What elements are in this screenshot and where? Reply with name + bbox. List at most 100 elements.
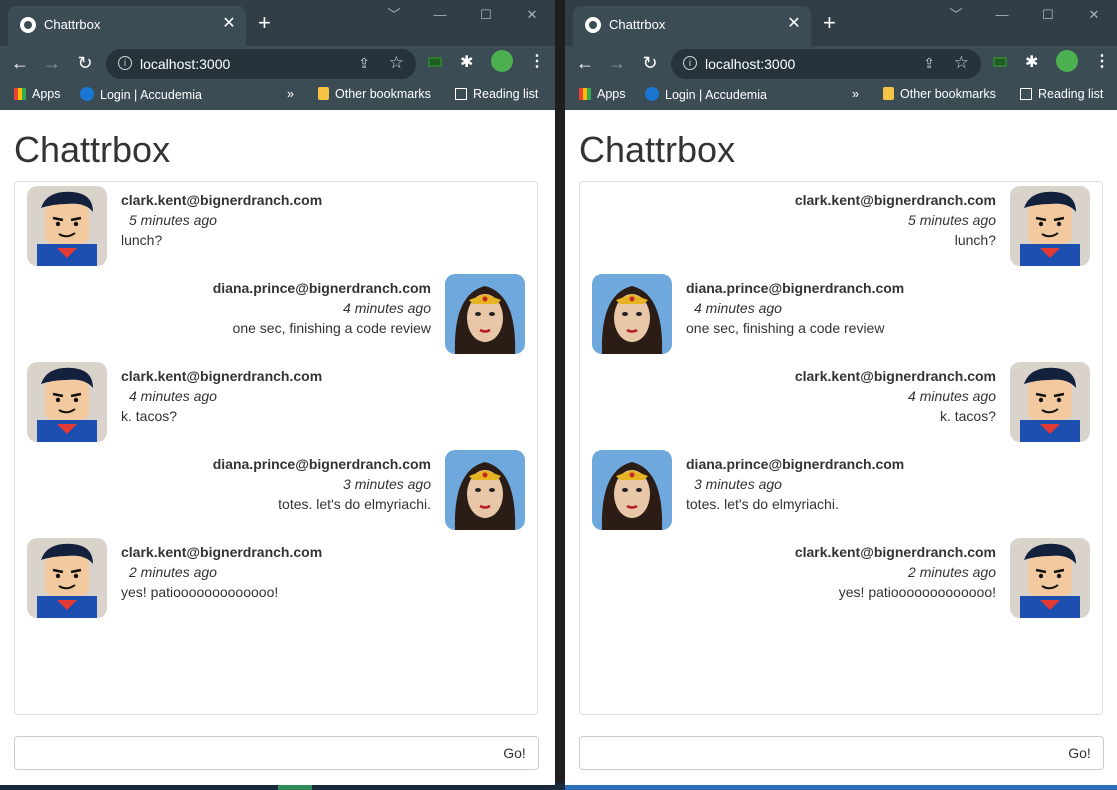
- tab-strip: Chattrbox ✕ + ﹀ — ☐ ✕: [565, 0, 1117, 46]
- message-body: clark.kent@bignerdranch.com 4 minutes ago…: [795, 366, 996, 426]
- reading-list-icon: [455, 88, 467, 100]
- forward-arrow-icon[interactable]: →: [41, 53, 63, 73]
- message-body: diana.prince@bignerdranch.com 3 minutes a…: [213, 454, 431, 514]
- message-text: lunch?: [954, 232, 996, 248]
- bookmark-other[interactable]: Other bookmarks: [318, 87, 431, 101]
- message-text: k. tacos?: [939, 408, 996, 424]
- maximize-button[interactable]: ☐: [463, 7, 509, 23]
- window-controls: ﹀ — ☐ ✕: [371, 4, 555, 24]
- reading-list[interactable]: Reading list: [1020, 87, 1103, 101]
- bookmark-apps[interactable]: Apps: [14, 87, 61, 101]
- send-button[interactable]: Go!: [1056, 736, 1104, 770]
- message-sender: diana.prince@bignerdranch.com: [212, 280, 431, 296]
- extension-icon[interactable]: [428, 57, 442, 67]
- tab-chattrbox[interactable]: Chattrbox ✕: [8, 6, 246, 46]
- superman-avatar: [1010, 538, 1090, 618]
- tab-title: Chattrbox: [44, 17, 101, 32]
- message-form: Go!: [14, 736, 539, 770]
- close-tab-icon[interactable]: ✕: [785, 15, 803, 33]
- message-timestamp: 4 minutes ago: [129, 388, 217, 404]
- extension-icon[interactable]: [993, 57, 1007, 67]
- menu-kebab-icon[interactable]: ⋮: [529, 51, 545, 71]
- maximize-button[interactable]: ☐: [1025, 7, 1071, 23]
- bookmarks-overflow[interactable]: »: [852, 87, 859, 101]
- reload-icon[interactable]: ↻: [639, 53, 661, 73]
- profile-avatar-icon[interactable]: [491, 50, 513, 72]
- back-arrow-icon[interactable]: ←: [9, 53, 31, 73]
- puzzle-extensions-icon[interactable]: ✱: [460, 52, 473, 72]
- page-title: Chattrbox: [14, 129, 171, 170]
- accudemia-icon: [80, 87, 94, 101]
- bookmarks-overflow[interactable]: »: [287, 87, 294, 101]
- profile-avatar-icon[interactable]: [1056, 50, 1078, 72]
- bookmark-star-icon[interactable]: ☆: [954, 53, 969, 73]
- message-sender: clark.kent@bignerdranch.com: [794, 368, 996, 384]
- message-sender: clark.kent@bignerdranch.com: [121, 368, 323, 384]
- window-close-button[interactable]: ✕: [509, 7, 555, 23]
- new-tab-button[interactable]: +: [258, 12, 271, 34]
- message-sender: diana.prince@bignerdranch.com: [686, 456, 905, 472]
- message-input[interactable]: [14, 736, 492, 770]
- message-sender: clark.kent@bignerdranch.com: [121, 544, 323, 560]
- chat-message: diana.prince@bignerdranch.com 4 minutes a…: [592, 274, 1090, 354]
- page-content: Chattrbox clark.kent@bignerdranch.com 5 m…: [0, 110, 555, 785]
- address-bar[interactable]: i localhost:3000 ⇪ ☆: [671, 49, 981, 79]
- chat-message: clark.kent@bignerdranch.com 4 minutes ago…: [592, 362, 1090, 442]
- chat-list: clark.kent@bignerdranch.com 5 minutes ago…: [14, 181, 538, 715]
- chat-message: clark.kent@bignerdranch.com 5 minutes ago…: [27, 186, 525, 266]
- tab-title: Chattrbox: [609, 17, 666, 32]
- tab-chattrbox[interactable]: Chattrbox ✕: [573, 6, 811, 46]
- forward-arrow-icon[interactable]: →: [606, 53, 628, 73]
- bookmark-other[interactable]: Other bookmarks: [883, 87, 996, 101]
- chat-message: diana.prince@bignerdranch.com 3 minutes a…: [592, 450, 1090, 530]
- reading-list-label: Reading list: [473, 87, 539, 101]
- address-bar[interactable]: i localhost:3000 ⇪ ☆: [106, 49, 416, 79]
- bookmark-apps[interactable]: Apps: [579, 87, 626, 101]
- message-sender: diana.prince@bignerdranch.com: [686, 280, 905, 296]
- bookmark-login-accudemia[interactable]: Login | Accudemia: [80, 87, 202, 102]
- tab-strip: Chattrbox ✕ + ﹀ — ☐ ✕: [0, 0, 555, 46]
- superman-avatar: [1010, 186, 1090, 266]
- bookmark-star-icon[interactable]: ☆: [389, 53, 404, 73]
- reading-list[interactable]: Reading list: [455, 87, 538, 101]
- close-tab-icon[interactable]: ✕: [220, 15, 238, 33]
- globe-icon: [585, 17, 601, 33]
- window-close-button[interactable]: ✕: [1071, 7, 1117, 23]
- bookmark-login-accudemia[interactable]: Login | Accudemia: [645, 87, 767, 102]
- message-body: clark.kent@bignerdranch.com 5 minutes ago…: [121, 190, 322, 250]
- wonder-woman-avatar: [445, 450, 525, 530]
- site-info-icon[interactable]: i: [118, 56, 132, 70]
- bookmark-apps-label: Apps: [597, 87, 626, 101]
- apps-grid-icon: [14, 88, 26, 100]
- superman-avatar: [1010, 362, 1090, 442]
- share-icon[interactable]: ⇪: [923, 55, 935, 72]
- message-timestamp: 3 minutes ago: [343, 476, 431, 492]
- page-title: Chattrbox: [579, 129, 736, 170]
- bookmarks-bar: Apps Login | Accudemia » Other bookmarks…: [0, 80, 555, 110]
- reload-icon[interactable]: ↻: [74, 53, 96, 73]
- message-text: one sec, finishing a code review: [686, 320, 885, 336]
- send-button[interactable]: Go!: [491, 736, 539, 770]
- minimize-button[interactable]: —: [417, 7, 463, 22]
- back-arrow-icon[interactable]: ←: [574, 53, 596, 73]
- chat-message: diana.prince@bignerdranch.com 3 minutes a…: [27, 450, 525, 530]
- chat-message: clark.kent@bignerdranch.com 2 minutes ago…: [27, 538, 525, 618]
- message-text: totes. let's do elmyriachi.: [686, 496, 839, 512]
- folder-icon: [883, 87, 894, 100]
- tab-search-icon[interactable]: ﹀: [371, 4, 417, 23]
- puzzle-extensions-icon[interactable]: ✱: [1025, 52, 1038, 72]
- bookmarks-bar: Apps Login | Accudemia » Other bookmarks…: [565, 80, 1117, 110]
- message-input[interactable]: [579, 736, 1057, 770]
- superman-avatar: [27, 538, 107, 618]
- message-body: clark.kent@bignerdranch.com 5 minutes ago…: [795, 190, 996, 250]
- site-info-icon[interactable]: i: [683, 56, 697, 70]
- menu-kebab-icon[interactable]: ⋮: [1094, 51, 1110, 71]
- globe-icon: [20, 17, 36, 33]
- tab-search-icon[interactable]: ﹀: [933, 4, 979, 23]
- share-icon[interactable]: ⇪: [358, 55, 370, 72]
- browser-chrome: Chattrbox ✕ + ﹀ — ☐ ✕ ← → ↻ i localhost:300…: [565, 0, 1117, 110]
- chat-list: clark.kent@bignerdranch.com 5 minutes ago…: [579, 181, 1103, 715]
- new-tab-button[interactable]: +: [823, 12, 836, 34]
- reading-list-label: Reading list: [1038, 87, 1104, 101]
- minimize-button[interactable]: —: [979, 7, 1025, 22]
